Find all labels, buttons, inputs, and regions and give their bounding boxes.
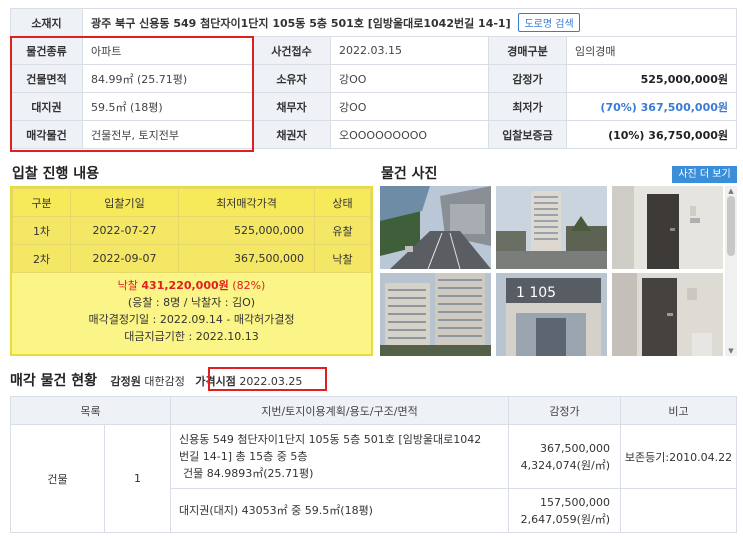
- desc-line: 건물 84.9893㎡(25.71평): [183, 467, 314, 480]
- row-price: 157,500,000 2,647,059(원/㎡): [508, 488, 621, 533]
- status-header: 목록: [10, 396, 171, 425]
- winning-label: 낙찰: [117, 279, 138, 292]
- info-value: 강OO: [330, 92, 489, 121]
- bid-result: 낙찰 431,220,000원 (82%) (응찰 : 8명 / 낙찰자 : 김…: [12, 273, 371, 345]
- photo-gallery: 1 105: [380, 186, 737, 356]
- photo-entrance-door[interactable]: [612, 186, 723, 269]
- status-header: 지번/토지이용계획/용도/구조/면적: [170, 396, 509, 425]
- photo-interior-door[interactable]: [612, 273, 723, 356]
- photo-apartment-front[interactable]: [496, 186, 607, 269]
- sale-status-table: 목록 지번/토지이용계획/용도/구조/면적 감정가 비고 건물 1 신용동 54…: [10, 396, 737, 533]
- bid-progress-box: 구분 입찰기일 최저매각가격 상태 1차 2022-07-27 525,000,…: [10, 186, 373, 356]
- photo-building-number[interactable]: 1 105: [496, 273, 607, 356]
- appraisal-price: 525,000,000원: [566, 64, 737, 93]
- info-value: 임의경매: [566, 36, 737, 65]
- gallery-scrollbar[interactable]: ▲ ▼: [725, 186, 737, 356]
- bid-cell: 367,500,000: [178, 244, 315, 273]
- price-value: 367,500,000: [540, 441, 610, 455]
- price-per-area: 2,647,059(원/㎡): [520, 512, 610, 526]
- info-label: 감정가: [488, 64, 567, 93]
- bid-cell: 525,000,000: [178, 216, 315, 245]
- address-row: 소재지 광주 북구 신용동 549 첨단자이1단지 105동 5층 501호 […: [10, 8, 737, 37]
- info-label: 채권자: [252, 120, 331, 149]
- bid-header: 구분: [12, 188, 71, 217]
- scrollbar-thumb[interactable]: [727, 196, 735, 256]
- info-value: 2022.03.15: [330, 36, 489, 65]
- bid-table: 구분 입찰기일 최저매각가격 상태 1차 2022-07-27 525,000,…: [12, 188, 371, 273]
- bid-cell: 2차: [12, 244, 71, 273]
- photo-apartment-complex[interactable]: [380, 273, 491, 356]
- row-note: 보존등기:2010.04.22: [620, 424, 737, 489]
- bid-cell: 유찰: [314, 216, 371, 245]
- price-per-area: 4,324,074(원/㎡): [520, 458, 610, 472]
- road-name-search-button[interactable]: 도로명 검색: [518, 13, 580, 32]
- bid-row: 1차 2022-07-27 525,000,000 유찰: [12, 216, 371, 245]
- desc-line: 번길 14-1] 총 15층 중 5층: [179, 450, 308, 463]
- winning-percent: (82%): [232, 279, 266, 292]
- highlight-box-property-type: [10, 36, 254, 152]
- scroll-down-arrow[interactable]: ▼: [725, 346, 737, 356]
- bid-header: 최저매각가격: [178, 188, 315, 217]
- bid-header: 입찰기일: [70, 188, 179, 217]
- winning-bid-line: 낙찰 431,220,000원 (82%): [12, 277, 371, 294]
- bid-section-title: 입찰 진행 내용: [12, 166, 100, 182]
- appraiser-value: 대한감정: [144, 375, 185, 388]
- bid-row: 2차 2022-09-07 367,500,000 낙찰: [12, 244, 371, 273]
- photo-street[interactable]: [380, 186, 491, 269]
- row-number: 1: [104, 424, 171, 533]
- row-type: 건물: [10, 424, 105, 533]
- info-label: 최저가: [488, 92, 567, 121]
- bid-cell: 2022-07-27: [70, 216, 179, 245]
- scroll-up-arrow[interactable]: ▲: [725, 186, 737, 196]
- bid-header-row: 구분 입찰기일 최저매각가격 상태: [12, 188, 371, 217]
- address-cell: 광주 북구 신용동 549 첨단자이1단지 105동 5층 501호 [임방울대…: [82, 8, 737, 37]
- info-label: 입찰보증금: [488, 120, 567, 149]
- photos-section-title: 물건 사진: [381, 166, 438, 182]
- building-number-sign: 1 105: [516, 285, 556, 301]
- table-row: 건물 1 신용동 549 첨단자이1단지 105동 5층 501호 [임방울대로…: [10, 424, 737, 533]
- status-header-row: 목록 지번/토지이용계획/용도/구조/면적 감정가 비고: [10, 396, 737, 425]
- info-value: 강OO: [330, 64, 489, 93]
- desc-line: 신용동 549 첨단자이1단지 105동 5층 501호 [임방울대로1042: [179, 433, 482, 446]
- price-value: 157,500,000: [540, 495, 610, 509]
- bid-cell: 낙찰: [314, 244, 371, 273]
- bid-cell: 1차: [12, 216, 71, 245]
- sale-status-title: 매각 물건 현황: [10, 373, 98, 389]
- status-header: 비고: [620, 396, 737, 425]
- payment-deadline-line: 대금지급기한 : 2022.10.13: [124, 330, 259, 343]
- info-label: 경매구분: [488, 36, 567, 65]
- status-header: 감정가: [508, 396, 621, 425]
- bid-cell: 2022-09-07: [70, 244, 179, 273]
- info-label: 소유자: [252, 64, 331, 93]
- minimum-price: (70%) 367,500,000원: [566, 92, 737, 121]
- row-note: [620, 488, 737, 533]
- more-photos-button[interactable]: 사진 더 보기: [672, 166, 737, 183]
- bid-header: 상태: [314, 188, 371, 217]
- bidders-line: (응찰 : 8명 / 낙찰자 : 김O): [127, 296, 256, 309]
- appraiser-label: 감정원: [110, 375, 141, 388]
- bid-deposit: (10%) 36,750,000원: [566, 120, 737, 149]
- row-description: 신용동 549 첨단자이1단지 105동 5층 501호 [임방울대로1042 …: [170, 424, 509, 489]
- highlight-box-price-point: [208, 367, 327, 391]
- info-value: 오OOOOOOOOO: [330, 120, 489, 149]
- row-price: 367,500,000 4,324,074(원/㎡): [508, 424, 621, 489]
- row-description: 대지권(대지) 43053㎡ 중 59.5㎡(18평): [170, 488, 509, 533]
- address-value: 광주 북구 신용동 549 첨단자이1단지 105동 5층 501호 [임방울대…: [91, 17, 511, 30]
- winning-amount: 431,220,000원: [141, 279, 229, 292]
- decision-date-line: 매각결정기일 : 2022.09.14 - 매각허가결정: [88, 313, 295, 326]
- info-label: 채무자: [252, 92, 331, 121]
- info-label: 사건접수: [252, 36, 331, 65]
- address-label: 소재지: [10, 8, 83, 37]
